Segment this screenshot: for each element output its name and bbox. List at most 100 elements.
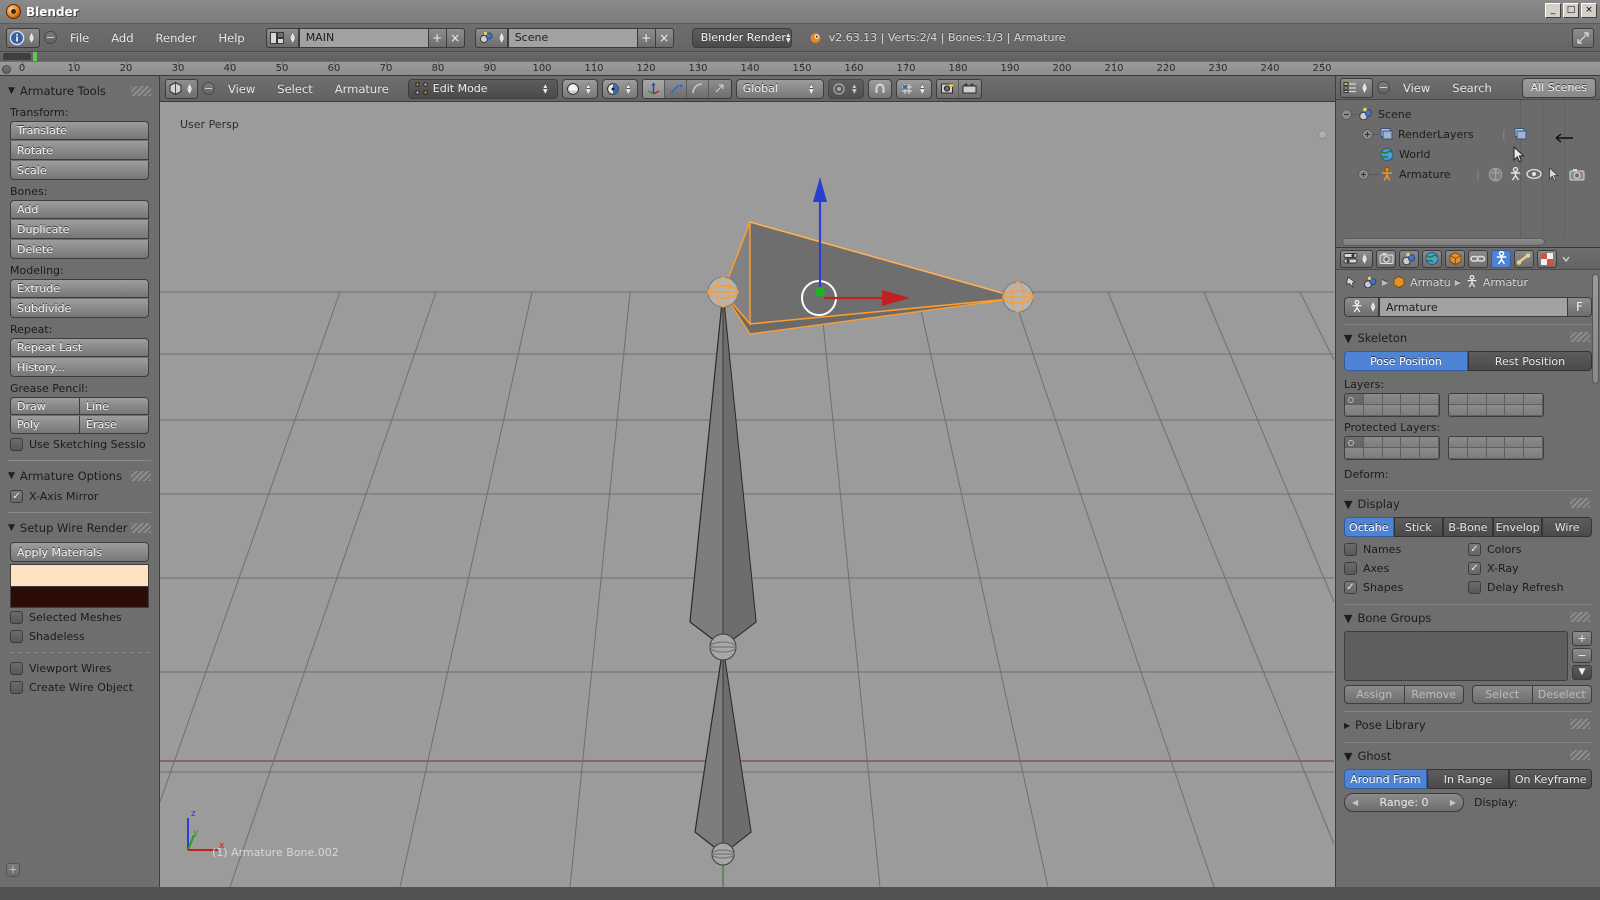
3d-viewport[interactable]: User Persp z y x (1) Armature Bone.002 xyxy=(160,102,1335,887)
expand-toolshelf-icon[interactable]: + xyxy=(6,863,20,877)
translate-button[interactable]: Translate xyxy=(10,121,149,140)
scene-chevron-icon[interactable]: ▲ ▼ xyxy=(496,27,508,48)
scale-button[interactable]: Scale xyxy=(10,161,149,180)
expander-expand-icon[interactable] xyxy=(1358,168,1369,180)
names-checkbox[interactable]: Names xyxy=(1344,540,1468,559)
layer-cell[interactable] xyxy=(1420,405,1439,416)
delete-screen-button[interactable]: × xyxy=(446,27,465,48)
layer-cell[interactable] xyxy=(1420,394,1439,405)
layer-cell[interactable] xyxy=(1467,437,1487,448)
layer-cell[interactable] xyxy=(1449,448,1468,459)
repeat-last-button[interactable]: Repeat Last xyxy=(10,338,149,357)
breadcrumb-data-label[interactable]: Armatur xyxy=(1483,276,1528,289)
interaction-mode-select[interactable]: Edit Mode ▲ ▼ xyxy=(407,78,558,99)
duplicate-bone-button[interactable]: Duplicate xyxy=(10,220,149,239)
tab-scroll-more[interactable] xyxy=(1560,250,1572,268)
maximize-button[interactable]: □ xyxy=(1563,3,1579,18)
rotate-manipulator-icon[interactable] xyxy=(665,79,687,98)
bone-groups-panel-header[interactable]: ▼ Bone Groups xyxy=(1344,608,1592,628)
select-button[interactable]: Select xyxy=(1472,685,1533,704)
apply-materials-button[interactable]: Apply Materials xyxy=(10,542,149,562)
layer-cell[interactable] xyxy=(1382,394,1402,405)
restrict-select-icon[interactable] xyxy=(1548,166,1560,182)
layer-cell[interactable] xyxy=(1345,405,1364,416)
properties-body[interactable]: ▶ Armatu ▶ Armatur ▲ ▼ Armature F ▼ Skel… xyxy=(1336,270,1600,887)
layer-cell[interactable] xyxy=(1345,437,1364,448)
display-envelope-button[interactable]: Envelop xyxy=(1492,517,1543,537)
ghost-panel-header[interactable]: ▼ Ghost xyxy=(1344,746,1592,766)
render-animation-icon[interactable] xyxy=(959,80,981,98)
deselect-button[interactable]: Deselect xyxy=(1532,685,1592,704)
bone-group-specials-button[interactable]: ▼ xyxy=(1572,665,1592,680)
pose-library-panel-header[interactable]: ▶ Pose Library xyxy=(1344,715,1592,735)
tab-bone[interactable] xyxy=(1514,249,1534,268)
protected-layers-block-left[interactable] xyxy=(1344,436,1440,460)
layer-cell[interactable] xyxy=(1524,394,1543,405)
outliner-row-armature[interactable]: Armature | xyxy=(1336,164,1600,184)
use-sketching-sessions-checkbox[interactable]: Use Sketching Sessio xyxy=(0,435,159,454)
breadcrumb-data-icon[interactable] xyxy=(1465,275,1479,289)
ghost-on-keyframe-button[interactable]: On Keyframe xyxy=(1509,769,1593,789)
frame-ruler[interactable]: 0 10 20 30 40 50 60 70 80 90 100 110 120 130 140 150 160… xyxy=(0,61,1600,75)
armature-name-field[interactable]: Armature xyxy=(1379,297,1568,317)
properties-scrollbar[interactable] xyxy=(1592,274,1599,384)
editor-type-selector[interactable]: ▲ ▼ xyxy=(1340,77,1373,98)
render-engine-select[interactable]: Blender Render ▲ ▼ xyxy=(691,27,792,48)
chevron-right-icon[interactable]: ▶ xyxy=(1450,798,1456,807)
colors-checkbox[interactable]: ✓ Colors xyxy=(1468,540,1592,559)
tab-world[interactable] xyxy=(1422,249,1442,268)
outliner-row-scene[interactable]: Scene xyxy=(1336,104,1600,124)
menu-render[interactable]: Render xyxy=(147,28,206,48)
layer-cell[interactable] xyxy=(1486,394,1506,405)
armature-options-panel-header[interactable]: ▼ Armature Options xyxy=(0,467,159,487)
menu-file[interactable]: File xyxy=(61,28,98,48)
layer-cell[interactable] xyxy=(1467,448,1487,459)
display-wire-button[interactable]: Wire xyxy=(1542,517,1592,537)
pivot-point-select[interactable]: ▲ ▼ xyxy=(601,78,638,99)
tab-object[interactable] xyxy=(1445,249,1465,268)
outliner-horizontal-scrollbar[interactable] xyxy=(1336,237,1600,247)
render-preview-icon[interactable] xyxy=(937,79,959,98)
layer-cell[interactable] xyxy=(1363,394,1383,405)
outliner-tree[interactable]: Scene RenderLayers | World Armature | xyxy=(1336,100,1600,237)
collapse-menus-button[interactable] xyxy=(1377,81,1390,94)
layer-cell[interactable] xyxy=(1505,437,1525,448)
axes-checkbox[interactable]: Axes xyxy=(1344,559,1468,578)
tab-constraints[interactable] xyxy=(1468,249,1488,268)
playhead-marker[interactable] xyxy=(33,52,37,61)
outliner-display-mode-select[interactable]: All Scenes xyxy=(1521,77,1596,98)
ghost-range-field[interactable]: ◀ Range: 0 ▶ xyxy=(1344,793,1464,812)
snap-toggle-button[interactable] xyxy=(867,78,892,99)
layer-cell[interactable] xyxy=(1449,437,1468,448)
expander-collapse-icon[interactable] xyxy=(1341,108,1352,120)
protected-layers-block-right[interactable] xyxy=(1448,436,1544,460)
layer-cell[interactable] xyxy=(1420,448,1439,459)
add-bone-button[interactable]: Add xyxy=(10,200,149,219)
gp-line-button[interactable]: Line xyxy=(80,397,149,415)
editor-type-selector[interactable]: ▲ ▼ xyxy=(6,27,40,48)
viewport-menu-select[interactable]: Select xyxy=(268,79,321,99)
ghost-around-frame-button[interactable]: Around Fram xyxy=(1344,769,1427,789)
breadcrumb-object-label[interactable]: Armatu xyxy=(1410,276,1451,289)
scene-datablock[interactable]: ▲ ▼ Scene + × xyxy=(474,27,674,48)
add-scene-button[interactable]: + xyxy=(637,27,656,48)
screen-layout-datablock[interactable]: ▲ ▼ MAIN + × xyxy=(265,27,465,48)
subdivide-button[interactable]: Subdivide xyxy=(10,299,149,318)
scrollbar-thumb[interactable] xyxy=(1342,238,1545,246)
layer-cell[interactable] xyxy=(1382,437,1402,448)
screen-layout-chevron-icon[interactable]: ▲ ▼ xyxy=(287,27,299,48)
xray-checkbox[interactable]: ✓ X-Ray xyxy=(1468,559,1592,578)
setup-wire-render-panel-header[interactable]: ▼ Setup Wire Render xyxy=(0,519,159,539)
manipulator-extra-icon[interactable] xyxy=(709,80,731,98)
proportional-edit-select[interactable]: ▲ ▼ xyxy=(827,78,864,99)
snap-target-select[interactable]: ▲ ▼ xyxy=(895,78,932,99)
viewport-corner-handle-icon[interactable] xyxy=(1318,130,1327,139)
layers-block-right[interactable] xyxy=(1448,393,1544,417)
layer-cell[interactable] xyxy=(1505,394,1525,405)
layer-cell[interactable] xyxy=(1486,437,1506,448)
delay-refresh-checkbox[interactable]: Delay Refresh xyxy=(1468,578,1592,597)
chevron-left-icon[interactable]: ◀ xyxy=(1352,798,1358,807)
minimize-button[interactable]: _ xyxy=(1545,3,1561,18)
display-stick-button[interactable]: Stick xyxy=(1393,517,1444,537)
tab-armature-data[interactable] xyxy=(1491,249,1511,268)
